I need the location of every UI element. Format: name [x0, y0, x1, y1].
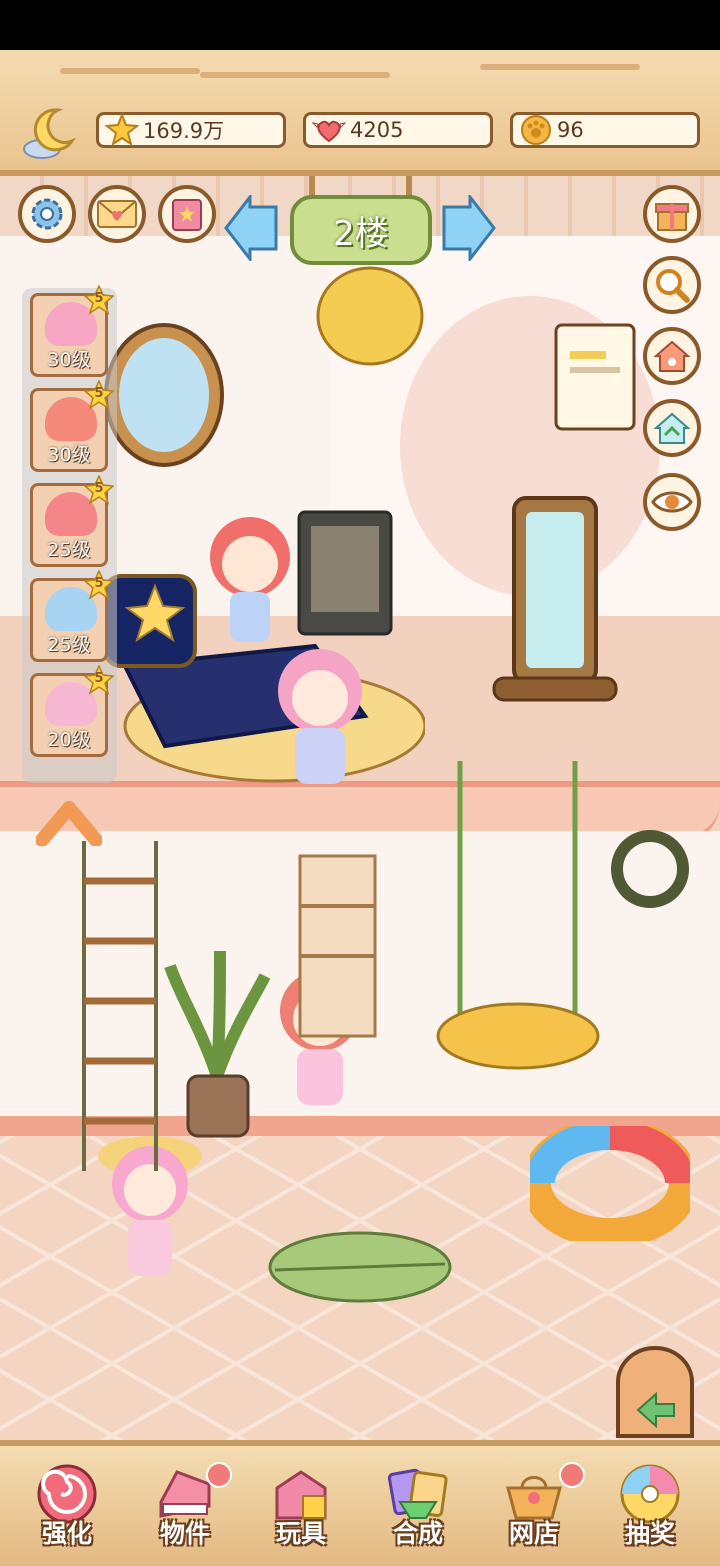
recycle-button[interactable]: [643, 399, 701, 457]
rainbow-swim-ring[interactable]: [530, 1126, 690, 1241]
nav-label: 强化: [41, 1519, 92, 1548]
star-rank-badge: 5: [83, 379, 115, 410]
star-rank: 5: [94, 576, 104, 591]
view-button[interactable]: [643, 473, 701, 531]
potted-plant[interactable]: [160, 946, 275, 1146]
next-floor-arrow-icon[interactable]: [438, 195, 496, 261]
star-counter: 169.9万: [96, 112, 286, 148]
floor-sign: 2楼: [290, 195, 432, 265]
character-level: 30级: [47, 349, 91, 371]
character-level: 20级: [47, 729, 91, 751]
vine-swing[interactable]: [430, 761, 605, 1081]
star-icon: [105, 113, 139, 147]
girl-character-unicorn[interactable]: [265, 636, 375, 796]
star-rank-badge: 5: [83, 284, 115, 315]
mail-button[interactable]: [88, 185, 146, 243]
gift-icon: [655, 203, 689, 231]
star-rank: 5: [94, 386, 104, 401]
home-paw-icon: [653, 340, 691, 372]
exit-door-icon[interactable]: [612, 1344, 698, 1440]
notification-dot: [206, 1462, 232, 1488]
status-bar: [0, 0, 720, 50]
corner-shelf[interactable]: [290, 846, 385, 1046]
star-rank: 5: [94, 291, 104, 306]
character-level: 25级: [47, 539, 91, 561]
wall-calendar[interactable]: [552, 311, 638, 433]
character-level: 30级: [47, 444, 91, 466]
wood-grain: [60, 68, 200, 74]
nav-merge-button[interactable]: 合成: [368, 1462, 468, 1556]
nav-label: 抽奖: [624, 1519, 675, 1548]
floor-mirror[interactable]: [490, 494, 620, 714]
leaf-rug[interactable]: [265, 1228, 455, 1306]
home-button[interactable]: [643, 327, 701, 385]
paw-coin-icon: [521, 115, 551, 145]
book-icon: [172, 199, 202, 231]
book-button[interactable]: [158, 185, 216, 243]
star-rank: 5: [94, 671, 104, 686]
rope-ladder[interactable]: [70, 841, 170, 1171]
magnifier-icon: [656, 269, 690, 303]
nav-label: 玩具: [275, 1519, 326, 1548]
leaf-wreath[interactable]: [605, 824, 695, 914]
eye-icon: [651, 491, 693, 513]
nav-label: 合成: [392, 1519, 443, 1548]
heart-counter: 4205: [303, 112, 493, 148]
floor-up-arrow-icon[interactable]: [36, 796, 102, 846]
search-button[interactable]: [643, 256, 701, 314]
star-rank-badge: 5: [83, 569, 115, 600]
coin-count: 96: [557, 118, 584, 142]
nav-label: 物件: [159, 1519, 210, 1548]
coin-counter: 96: [510, 112, 700, 148]
winged-heart-icon: [312, 120, 346, 143]
gear-icon: [31, 198, 63, 230]
star-rank-badge: 5: [83, 664, 115, 695]
notification-dot: [559, 1462, 585, 1488]
night-mode-moon-icon[interactable]: [20, 105, 80, 160]
previous-floor-arrow-icon[interactable]: [224, 195, 282, 261]
heart-count: 4205: [350, 118, 404, 142]
wood-grain: [480, 64, 640, 70]
recycle-home-icon: [653, 412, 691, 444]
nav-label: 网店: [508, 1519, 559, 1548]
gift-button[interactable]: [643, 185, 701, 243]
nav-lottery-button[interactable]: 抽奖: [600, 1462, 700, 1556]
floor-label: 2楼: [333, 213, 389, 254]
star-rank-badge: 5: [83, 474, 115, 505]
star-count: 169.9万: [143, 119, 225, 143]
nav-enhance-button[interactable]: 强化: [17, 1462, 117, 1556]
star-rank: 5: [94, 481, 104, 496]
mail-icon: [97, 200, 137, 228]
nav-toys-button[interactable]: 玩具: [251, 1462, 351, 1556]
oval-mirror[interactable]: [100, 321, 228, 469]
settings-button[interactable]: [18, 185, 76, 243]
wood-grain: [200, 72, 390, 78]
character-level: 25级: [47, 634, 91, 656]
golden-pinecone-lamp[interactable]: [315, 261, 425, 371]
